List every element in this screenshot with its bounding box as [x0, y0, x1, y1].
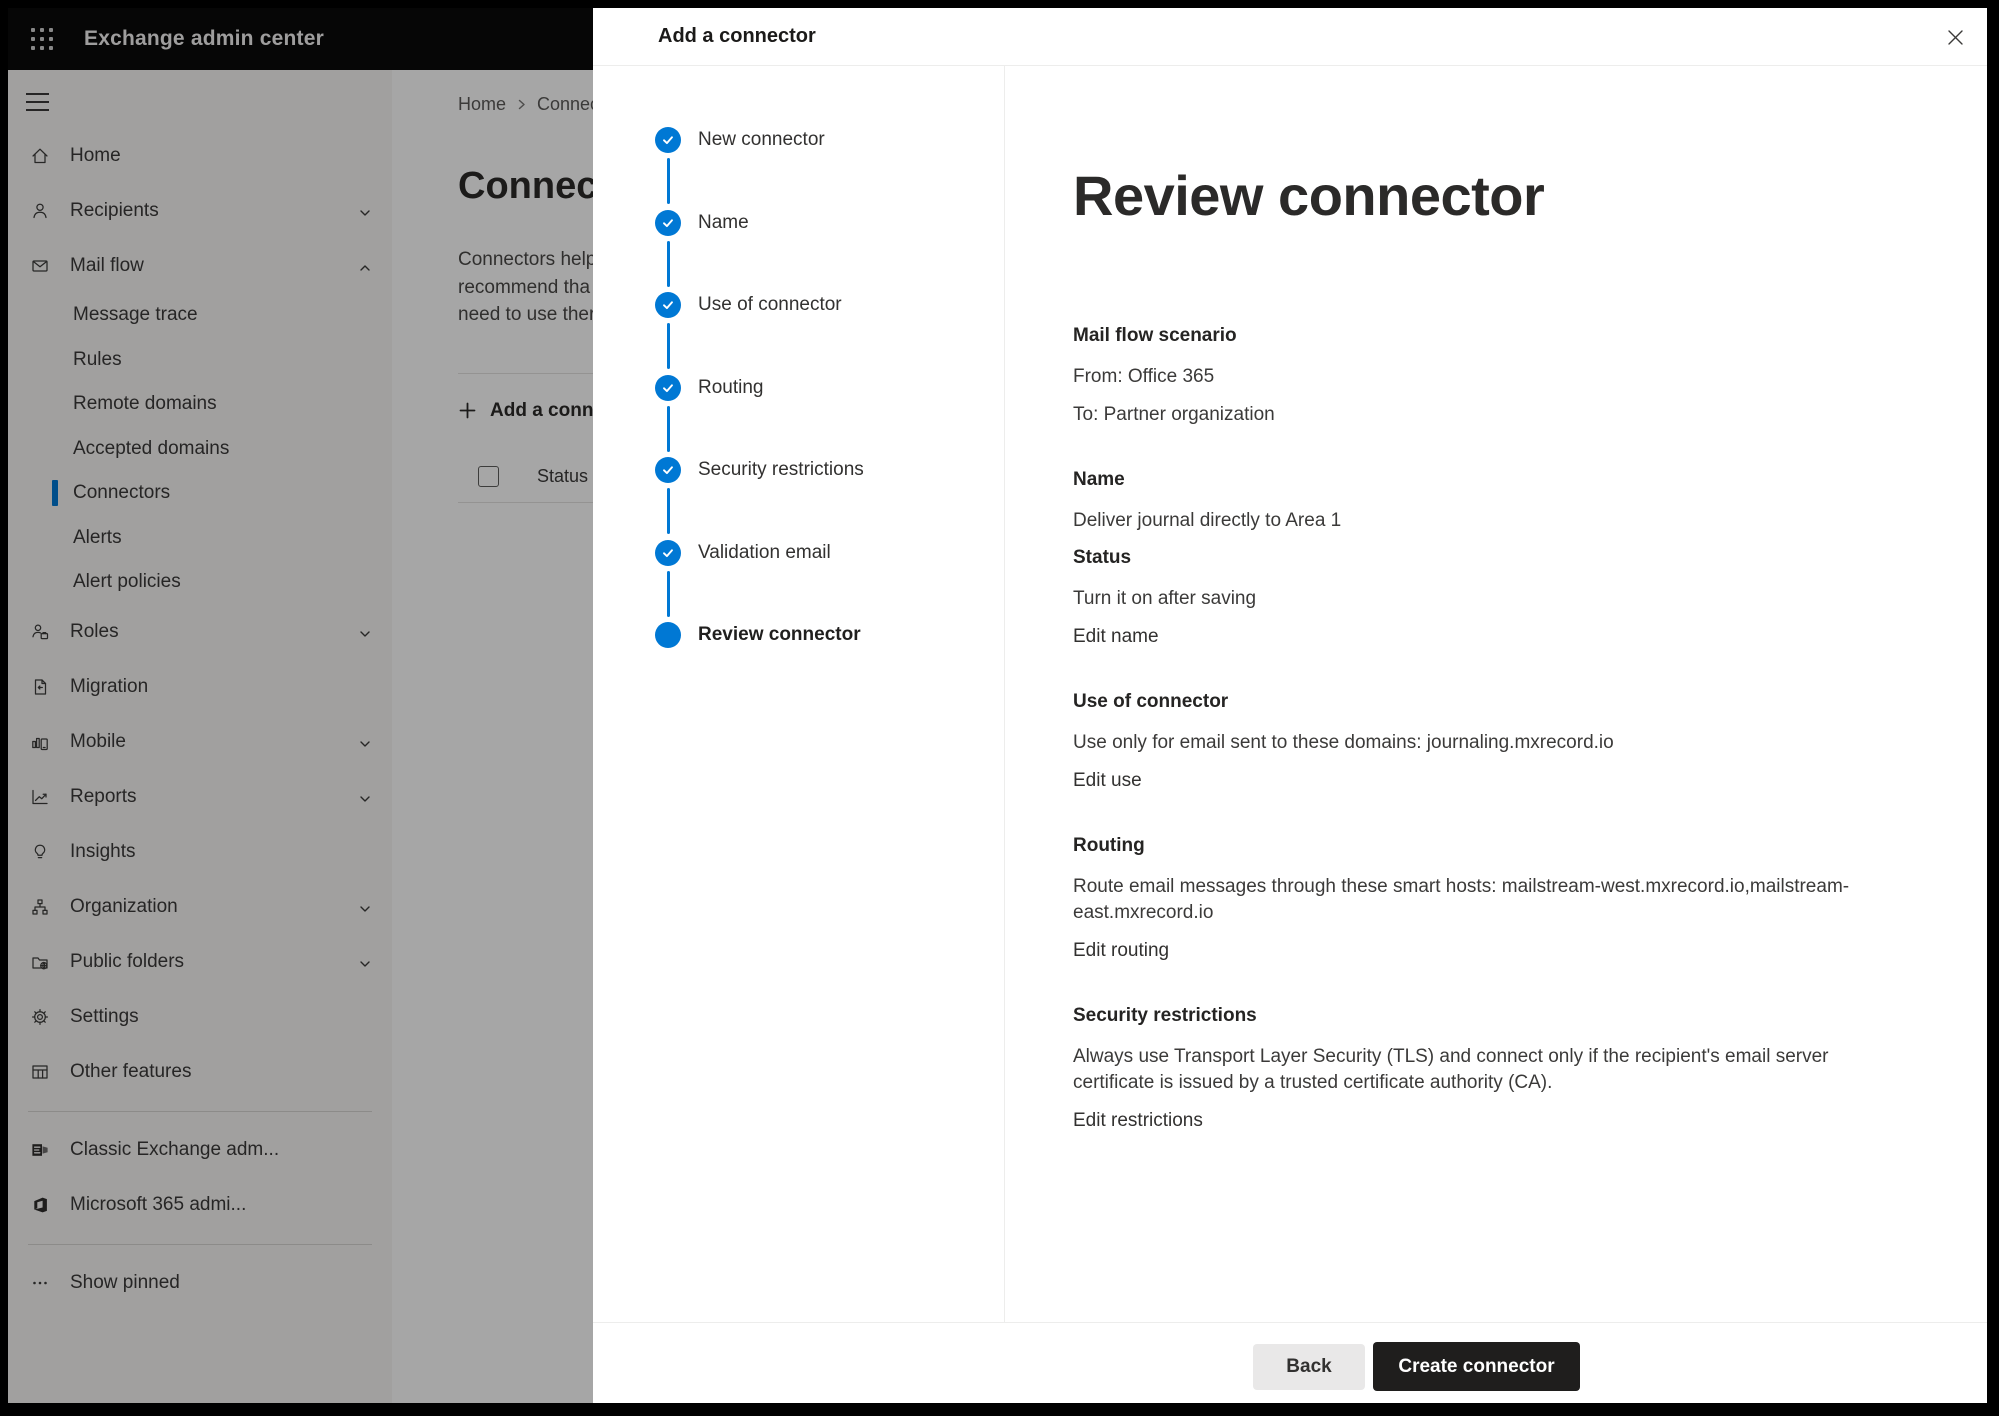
wizard-step-security-restrictions[interactable]: Security restrictions — [593, 450, 1004, 490]
close-icon — [1946, 28, 1965, 47]
create-connector-button[interactable]: Create connector — [1373, 1342, 1580, 1391]
edit-name-link[interactable]: Edit name — [1073, 624, 1159, 650]
wizard-step-use-of-connector[interactable]: Use of connector — [593, 285, 1004, 325]
wizard-step-name[interactable]: Name — [593, 203, 1004, 243]
step-check-icon — [655, 540, 681, 566]
connector-name-value: Deliver journal directly to Area 1 — [1073, 508, 1868, 534]
dialog-header: Add a connector — [593, 8, 1987, 66]
close-button[interactable] — [1935, 17, 1975, 57]
step-connector-line — [667, 323, 670, 369]
step-check-icon — [655, 127, 681, 153]
step-check-icon — [655, 210, 681, 236]
wizard-step-validation-email[interactable]: Validation email — [593, 533, 1004, 573]
routing-value: Route email messages through these smart… — [1073, 874, 1868, 926]
status-value: Turn it on after saving — [1073, 586, 1868, 612]
dialog-body: New connector Name Use of connector Rout… — [593, 66, 1987, 1322]
wizard-step-routing[interactable]: Routing — [593, 368, 1004, 408]
mail-flow-to-value: To: Partner organization — [1073, 402, 1868, 428]
review-title: Review connector — [1073, 164, 1873, 228]
step-check-icon — [655, 375, 681, 401]
edit-use-link[interactable]: Edit use — [1073, 768, 1142, 794]
review-pane: Review connector Mail flow scenario From… — [1073, 66, 1987, 1322]
section-heading-security-restrictions: Security restrictions — [1073, 1004, 1868, 1028]
step-connector-line — [667, 158, 670, 204]
step-current-dot-icon — [655, 622, 681, 648]
section-heading-routing: Routing — [1073, 834, 1868, 858]
dialog-footer: Back Create connector — [593, 1322, 1987, 1403]
add-connector-dialog: Add a connector New connector — [593, 8, 1987, 1403]
app-frame: Exchange admin center Home Recipients — [8, 8, 1987, 1403]
wizard-step-new-connector[interactable]: New connector — [593, 120, 1004, 160]
step-connector-line — [667, 488, 670, 534]
back-button[interactable]: Back — [1253, 1344, 1365, 1390]
security-restrictions-value: Always use Transport Layer Security (TLS… — [1073, 1044, 1868, 1096]
section-heading-status: Status — [1073, 546, 1868, 570]
step-connector-line — [667, 571, 670, 617]
section-heading-name: Name — [1073, 468, 1868, 492]
step-connector-line — [667, 406, 670, 452]
section-heading-use-of-connector: Use of connector — [1073, 690, 1868, 714]
mail-flow-from-value: From: Office 365 — [1073, 364, 1868, 390]
wizard-step-review-connector[interactable]: Review connector — [593, 615, 1004, 655]
step-check-icon — [655, 457, 681, 483]
step-connector-line — [667, 241, 670, 287]
wizard-steps: New connector Name Use of connector Rout… — [593, 66, 1005, 1322]
step-check-icon — [655, 292, 681, 318]
edit-routing-link[interactable]: Edit routing — [1073, 938, 1169, 964]
dialog-title: Add a connector — [658, 25, 816, 48]
edit-restrictions-link[interactable]: Edit restrictions — [1073, 1108, 1203, 1134]
section-heading-mail-flow-scenario: Mail flow scenario — [1073, 324, 1868, 348]
use-of-connector-value: Use only for email sent to these domains… — [1073, 730, 1868, 756]
